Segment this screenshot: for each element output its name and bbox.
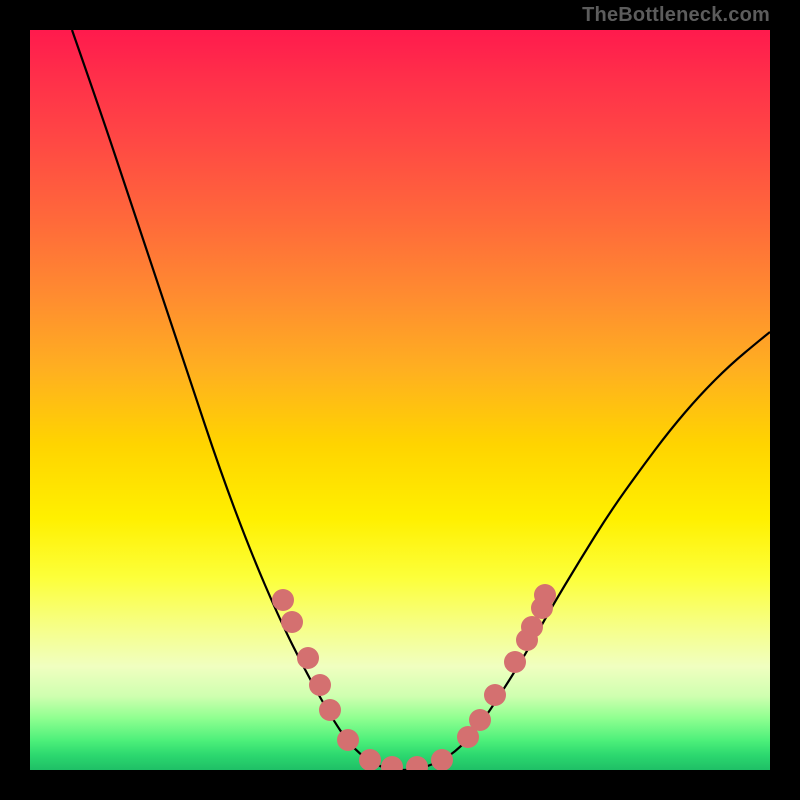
curve-marker (534, 584, 556, 606)
watermark-text: TheBottleneck.com (582, 4, 770, 27)
curve-marker (297, 647, 319, 669)
bottleneck-curve (72, 30, 770, 770)
bottleneck-curve-svg (30, 30, 770, 770)
curve-marker (309, 674, 331, 696)
curve-markers (272, 584, 556, 770)
curve-marker (337, 729, 359, 751)
plot-area (30, 30, 770, 770)
curve-marker (359, 749, 381, 770)
curve-marker (504, 651, 526, 673)
chart-frame: TheBottleneck.com (0, 0, 800, 800)
curve-marker (381, 756, 403, 770)
curve-marker (406, 756, 428, 770)
curve-marker (521, 616, 543, 638)
curve-marker (431, 749, 453, 770)
curve-marker (281, 611, 303, 633)
curve-marker (469, 709, 491, 731)
curve-marker (319, 699, 341, 721)
curve-marker (272, 589, 294, 611)
curve-marker (484, 684, 506, 706)
